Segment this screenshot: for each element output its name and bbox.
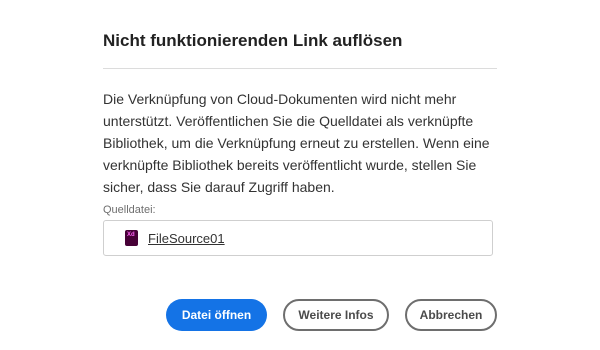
source-file-box: Xd FileSource01 xyxy=(103,220,493,256)
more-info-button[interactable]: Weitere Infos xyxy=(283,299,389,331)
resolve-link-dialog: Nicht funktionierenden Link auflösen Die… xyxy=(0,0,600,350)
source-file-link[interactable]: FileSource01 xyxy=(148,231,225,246)
dialog-message: Die Verknüpfung von Cloud-Dokumenten wir… xyxy=(103,91,490,195)
source-file-label: Quelldatei: xyxy=(103,204,156,216)
xd-file-icon-text: Xd xyxy=(127,232,135,238)
xd-file-icon: Xd xyxy=(125,230,138,246)
cancel-button[interactable]: Abbrechen xyxy=(405,299,497,331)
title-divider xyxy=(103,68,497,69)
dialog-title: Nicht funktionierenden Link auflösen xyxy=(103,31,403,50)
open-file-button[interactable]: Datei öffnen xyxy=(166,299,267,331)
